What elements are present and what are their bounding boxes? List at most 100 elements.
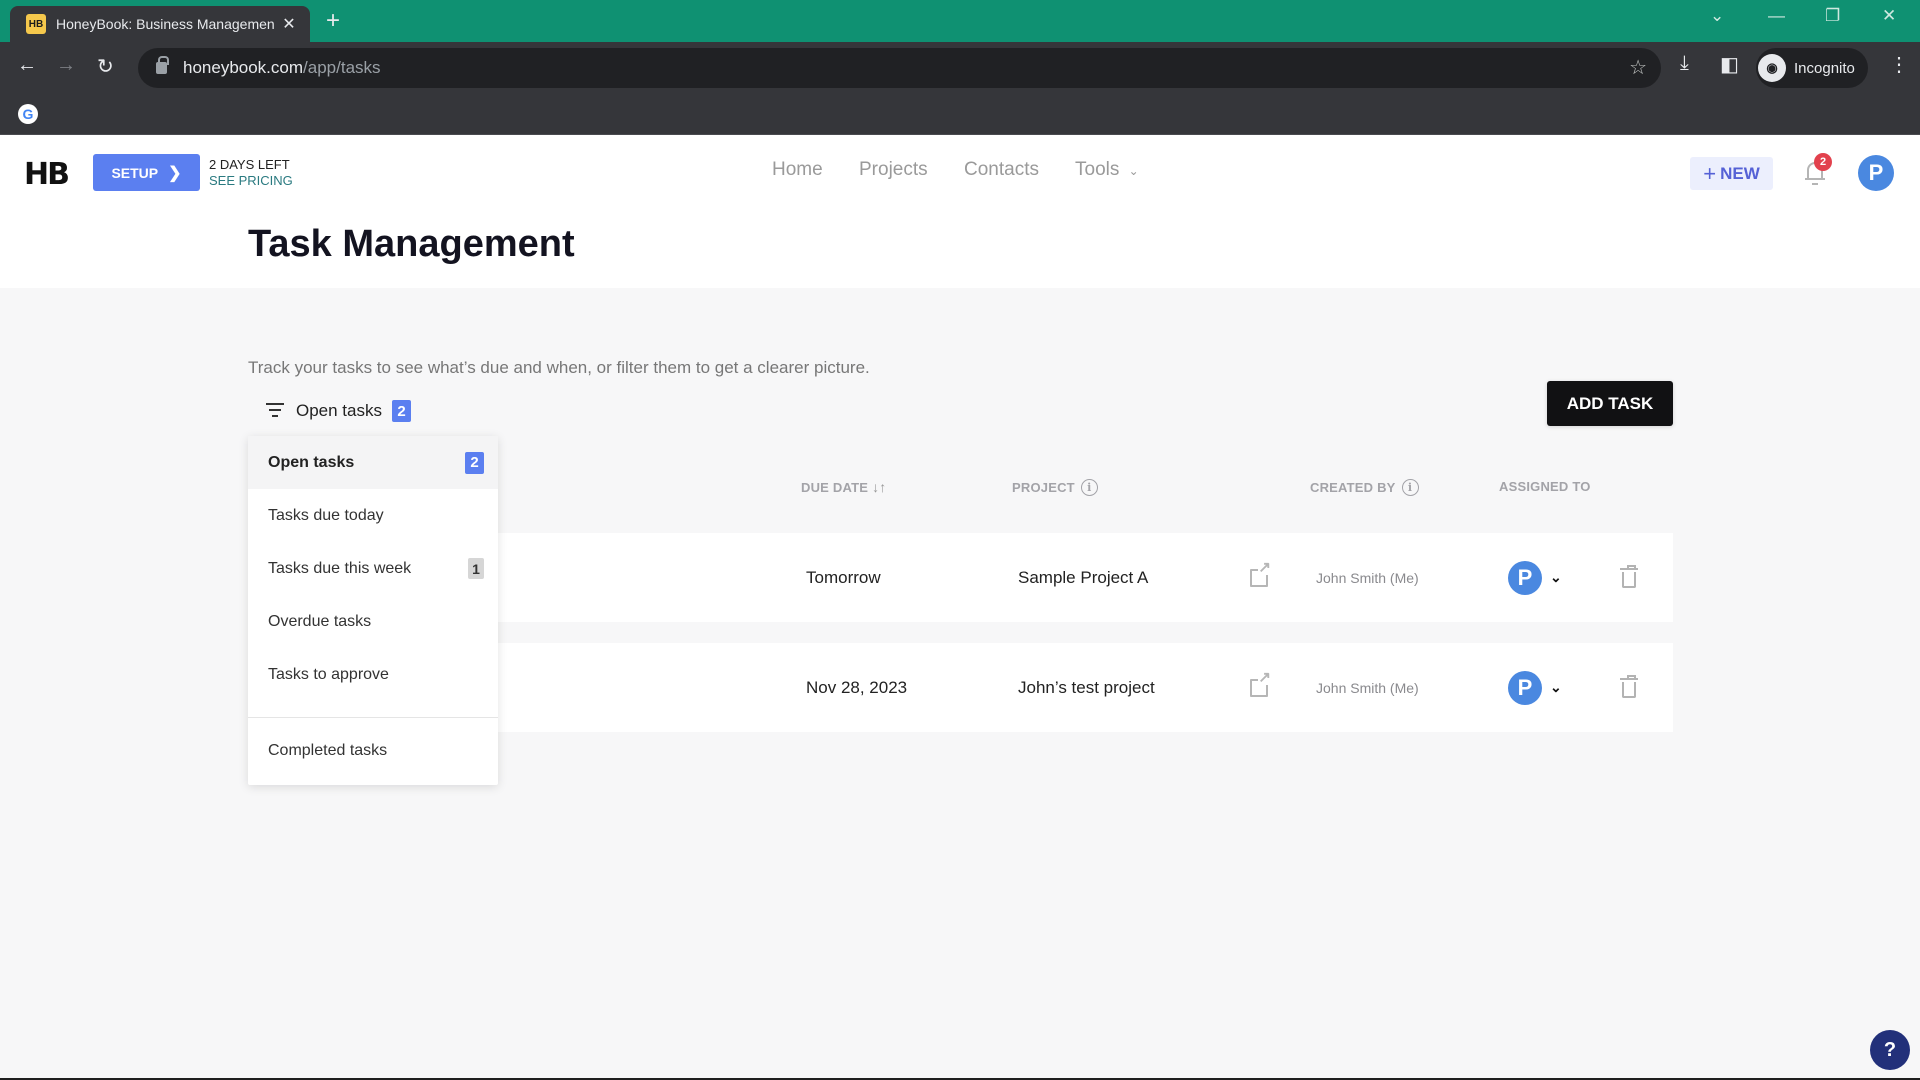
restore-icon[interactable]: ❐ xyxy=(1825,6,1840,26)
google-bookmark-icon[interactable]: G xyxy=(18,104,38,124)
minimize-icon[interactable]: — xyxy=(1768,6,1785,26)
setup-label: SETUP xyxy=(111,164,159,181)
filter-option-count: 2 xyxy=(465,451,484,474)
download-icon[interactable]: ⤓ xyxy=(1680,52,1689,75)
created-by-cell: John Smith (Me) xyxy=(1316,569,1419,586)
browser-tab-bar: HB HoneyBook: Business Management ✕ + ⌄ … xyxy=(0,0,1920,42)
created-by-cell: John Smith (Me) xyxy=(1316,679,1419,696)
reload-icon[interactable]: ↻ xyxy=(97,54,114,79)
nav-contacts[interactable]: Contacts xyxy=(964,159,1039,181)
task-filter-dropdown: Open tasks 2 Tasks due today Tasks due t… xyxy=(248,436,498,785)
dropdown-divider xyxy=(248,717,498,718)
assignee-cell: P ⌄ xyxy=(1508,643,1562,732)
url-path: /app/tasks xyxy=(303,58,381,77)
table-row[interactable]: Nov 28, 2023 John’s test project John Sm… xyxy=(497,643,1673,732)
url-bar[interactable]: honeybook.com/app/tasks ☆ xyxy=(138,48,1661,88)
page-description: Track your tasks to see what’s due and w… xyxy=(248,358,870,377)
chevron-down-icon[interactable]: ⌄ xyxy=(1550,679,1562,696)
nav-tools-label: Tools xyxy=(1075,159,1120,180)
menu-kebab-icon[interactable]: ⋮ xyxy=(1889,52,1909,77)
external-link-icon[interactable] xyxy=(1250,560,1271,587)
bookmarks-bar: G xyxy=(0,95,1920,135)
incognito-profile[interactable]: ◉ Incognito xyxy=(1756,48,1868,88)
url-domain: honeybook.com xyxy=(183,58,304,77)
filter-option-label: Tasks due today xyxy=(268,506,384,524)
app-header: HB SETUP ❯ 2 DAYS LEFT SEE PRICING Home … xyxy=(0,135,1920,288)
assignee-avatar[interactable]: P xyxy=(1508,670,1542,705)
chevron-down-icon[interactable]: ⌄ xyxy=(1550,569,1562,586)
new-tab-icon[interactable]: + xyxy=(326,8,340,34)
due-date-header-label: DUE DATE xyxy=(801,479,869,495)
assigned-to-header-label: ASSIGNED TO xyxy=(1499,479,1591,494)
sort-icon[interactable]: ↓↑ xyxy=(872,479,886,495)
user-avatar[interactable]: P xyxy=(1858,155,1894,191)
close-tab-icon[interactable]: ✕ xyxy=(280,14,298,34)
nav-home[interactable]: Home xyxy=(772,159,823,181)
see-pricing-link[interactable]: SEE PRICING xyxy=(209,173,293,189)
help-button[interactable]: ? xyxy=(1870,1030,1910,1070)
filter-option-label: Open tasks xyxy=(268,453,355,471)
lock-icon xyxy=(156,56,169,74)
incognito-icon: ◉ xyxy=(1758,54,1786,82)
delete-cell xyxy=(1620,643,1638,732)
external-link-icon[interactable] xyxy=(1250,670,1271,697)
filter-option-completed[interactable]: Completed tasks xyxy=(248,724,498,777)
project-cell[interactable]: Sample Project A xyxy=(1018,533,1148,622)
column-header-created-by: CREATED BY i xyxy=(1310,479,1419,496)
forward-icon[interactable]: → xyxy=(56,54,76,77)
created-by-header-label: CREATED BY xyxy=(1310,480,1396,495)
filter-icon xyxy=(266,403,284,419)
nav-projects[interactable]: Projects xyxy=(859,159,928,181)
page-title: Task Management xyxy=(248,223,575,265)
nav-tools[interactable]: Tools ⌄ xyxy=(1075,159,1139,181)
chevron-down-icon: ⌄ xyxy=(1128,164,1139,178)
honeybook-favicon-icon: HB xyxy=(26,14,46,34)
filter-option-to-approve[interactable]: Tasks to approve xyxy=(248,648,498,701)
filter-option-label: Completed tasks xyxy=(268,741,388,759)
setup-button[interactable]: SETUP ❯ xyxy=(93,154,200,191)
filter-option-due-this-week[interactable]: Tasks due this week 1 xyxy=(248,542,498,595)
side-panel-icon[interactable]: ◧ xyxy=(1720,52,1739,77)
info-icon[interactable]: i xyxy=(1401,479,1419,496)
filter-option-due-today[interactable]: Tasks due today xyxy=(248,489,498,542)
delete-cell xyxy=(1620,533,1638,622)
column-header-due-date[interactable]: DUE DATE ↓↑ xyxy=(801,479,887,495)
filter-option-overdue[interactable]: Overdue tasks xyxy=(248,595,498,648)
open-project-cell xyxy=(1250,643,1271,732)
project-cell[interactable]: John’s test project xyxy=(1018,643,1155,732)
filter-current-label: Open tasks xyxy=(296,401,382,420)
filter-count-badge: 2 xyxy=(392,400,411,422)
filter-option-label: Overdue tasks xyxy=(268,612,372,630)
task-filter-toggle[interactable]: Open tasks 2 xyxy=(266,400,411,422)
open-project-cell xyxy=(1250,533,1271,622)
honeybook-logo[interactable]: HB xyxy=(24,157,70,192)
due-date-cell: Nov 28, 2023 xyxy=(806,677,908,697)
incognito-label: Incognito xyxy=(1794,59,1855,77)
info-icon[interactable]: i xyxy=(1080,479,1098,496)
browser-tab[interactable]: HB HoneyBook: Business Management ✕ xyxy=(10,6,310,42)
new-button[interactable]: + NEW xyxy=(1690,157,1773,190)
trial-info: 2 DAYS LEFT SEE PRICING xyxy=(209,157,293,189)
project-header-label: PROJECT xyxy=(1012,480,1075,495)
filter-option-label: Tasks due this week xyxy=(268,559,412,577)
notification-badge: 2 xyxy=(1814,153,1832,171)
table-row[interactable]: Tomorrow Sample Project A John Smith (Me… xyxy=(497,533,1673,622)
assignee-avatar[interactable]: P xyxy=(1508,560,1542,595)
tab-search-chevron-icon[interactable]: ⌄ xyxy=(1710,6,1724,26)
filter-option-label: Tasks to approve xyxy=(268,665,389,683)
assignee-cell: P ⌄ xyxy=(1508,533,1562,622)
back-icon[interactable]: ← xyxy=(17,54,37,77)
window-close-icon[interactable]: ✕ xyxy=(1882,6,1896,26)
column-header-assigned-to: ASSIGNED TO xyxy=(1499,479,1591,494)
tab-title: HoneyBook: Business Management xyxy=(56,16,274,32)
filter-option-open-tasks[interactable]: Open tasks 2 xyxy=(248,436,498,489)
chevron-right-icon: ❯ xyxy=(168,164,182,182)
trash-icon[interactable] xyxy=(1620,674,1638,698)
bookmark-star-icon[interactable]: ☆ xyxy=(1629,55,1647,80)
new-label: NEW xyxy=(1720,163,1760,183)
filter-option-count: 1 xyxy=(468,558,484,579)
trash-icon[interactable] xyxy=(1620,564,1638,588)
add-task-button[interactable]: ADD TASK xyxy=(1547,381,1673,426)
due-date-cell: Tomorrow xyxy=(806,567,881,587)
address-bar-row: ← → ↻ honeybook.com/app/tasks ☆ ⤓ ◧ ◉ In… xyxy=(0,42,1920,95)
